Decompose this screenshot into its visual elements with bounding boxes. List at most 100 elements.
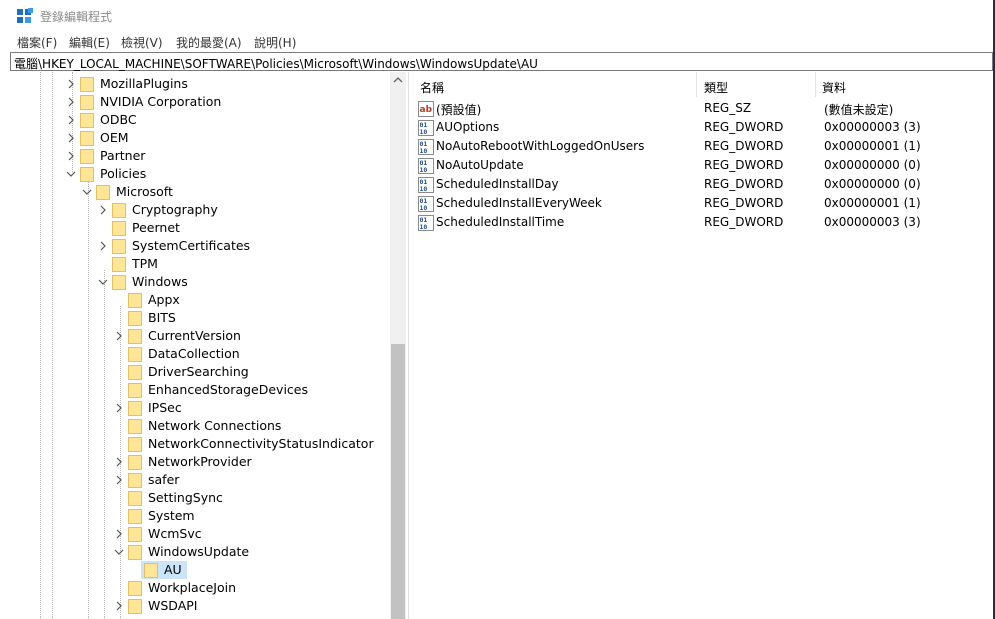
value-row[interactable]: 01 10 ScheduledInstallTime REG_DWORD 0x00000… [414,213,993,232]
menu-help[interactable]: 說明(H) [254,34,296,51]
column-divider[interactable] [696,72,697,97]
value-name: ScheduledInstallEveryWeek [436,196,602,210]
value-type: REG_DWORD [704,196,784,210]
tree-node-enhancedstoragedevices[interactable]: EnhancedStorageDevices [10,381,390,399]
menu-view[interactable]: 檢視(V) [121,34,163,51]
tree-node-windowsupdate[interactable]: WindowsUpdate [10,543,390,561]
tree-node-safer[interactable]: safer [10,471,390,489]
tree-node-ipsec[interactable]: IPSec [10,399,390,417]
address-bar[interactable]: 電腦\HKEY_LOCAL_MACHINE\SOFTWARE\Policies\… [10,52,993,71]
chevron-down-icon[interactable] [114,547,124,557]
tree-node-nvidia-corporation[interactable]: NVIDIA Corporation [10,93,390,111]
folder-icon [128,311,142,326]
value-row[interactable]: 01 10 ScheduledInstallDay REG_DWORD 0x000000… [414,175,993,194]
tree-node-microsoft[interactable]: Microsoft [10,183,390,201]
value-name: ScheduledInstallDay [436,177,559,191]
chevron-right-icon[interactable] [114,529,124,539]
tree-node-systemcertificates[interactable]: SystemCertificates [10,237,390,255]
value-data: 0x00000001 (1) [824,196,921,210]
folder-icon [128,347,142,362]
chevron-down-icon[interactable] [66,169,76,179]
chevron-right-icon[interactable] [66,79,76,89]
tree-node-partner[interactable]: Partner [10,147,390,165]
chevron-right-icon[interactable] [66,115,76,125]
tree-node-driversearching[interactable]: DriverSearching [10,363,390,381]
menu-bar: 檔案(F) 編輯(E) 檢視(V) 我的最愛(A) 說明(H) [0,31,993,51]
value-row[interactable]: 01 10 NoAutoUpdate REG_DWORD 0x00000000 (0) [414,156,993,175]
value-type: REG_DWORD [704,139,784,153]
tree-node-label: NetworkConnectivityStatusIndicator [148,436,374,451]
column-header-type[interactable]: 類型 [698,72,816,97]
value-type: REG_SZ [704,101,752,115]
tree-node-au[interactable]: AU [10,561,390,579]
folder-icon [128,599,142,614]
string-value-icon: ab [418,101,434,117]
chevron-right-icon[interactable] [114,457,124,467]
address-path[interactable]: 電腦\HKEY_LOCAL_MACHINE\SOFTWARE\Policies\… [14,55,538,72]
dword-value-icon: 0110 [418,196,434,212]
tree-node-network-connections[interactable]: Network Connections [10,417,390,435]
tree-node-system[interactable]: System [10,507,390,525]
chevron-right-icon[interactable] [114,331,124,341]
tree-node-datacollection[interactable]: DataCollection [10,345,390,363]
tree-node-label: DataCollection [148,346,240,361]
values-list[interactable]: 名稱 類型 資料 ab (預設值) REG_SZ (數值未設定) 01 10 AUOptio… [414,72,993,619]
chevron-down-icon[interactable] [82,187,92,197]
tree-node-windows[interactable]: Windows [10,273,390,291]
tree-node-networkprovider[interactable]: NetworkProvider [10,453,390,471]
column-header-name[interactable]: 名稱 [414,72,698,97]
folder-icon [128,581,142,596]
tree-node-appx[interactable]: Appx [10,291,390,309]
tree-node-tpm[interactable]: TPM [10,255,390,273]
chevron-right-icon[interactable] [66,133,76,143]
tree-node-label: Peernet [132,220,180,235]
folder-icon [112,257,126,272]
tree-node-label: SettingSync [148,490,223,505]
tree-scrollbar[interactable] [390,72,406,619]
chevron-down-icon[interactable] [98,277,108,287]
chevron-right-icon[interactable] [66,151,76,161]
tree-node-wsdapi[interactable]: WSDAPI [10,597,390,615]
chevron-right-icon[interactable] [114,403,124,413]
value-row[interactable]: 01 10 NoAutoRebootWithLoggedOnUsers REG_DWO… [414,137,993,156]
tree-node-currentversion[interactable]: CurrentVersion [10,327,390,345]
folder-icon [128,365,142,380]
tree-node-label: NetworkProvider [148,454,252,469]
value-row[interactable]: ab (預設值) REG_SZ (數值未設定) [414,99,993,118]
tree-node-odbc[interactable]: ODBC [10,111,390,129]
chevron-right-icon[interactable] [98,205,108,215]
title-bar[interactable]: 登錄編輯程式 [0,0,993,31]
menu-edit[interactable]: 編輯(E) [69,34,110,51]
tree-node-wcmsvc[interactable]: WcmSvc [10,525,390,543]
tree-scroll-thumb[interactable] [391,344,405,619]
value-row[interactable]: 01 10 ScheduledInstallEveryWeek REG_DWORD 0x… [414,194,993,213]
tree-node-label: WorkplaceJoin [148,580,237,595]
scroll-up-icon[interactable] [390,72,406,88]
value-row[interactable]: 01 10 AUOptions REG_DWORD 0x00000003 (3) [414,118,993,137]
folder-icon [128,401,142,416]
chevron-right-icon[interactable] [114,475,124,485]
folder-icon [80,113,94,128]
tree-node-mozillaplugins[interactable]: MozillaPlugins [10,75,390,93]
dword-value-icon: 0110 [418,215,434,231]
tree-node-peernet[interactable]: Peernet [10,219,390,237]
chevron-right-icon[interactable] [98,241,108,251]
chevron-right-icon[interactable] [66,97,76,107]
tree-node-networkconnectivitystatusindicator[interactable]: NetworkConnectivityStatusIndicator [10,435,390,453]
menu-favorites[interactable]: 我的最愛(A) [176,34,242,51]
folder-icon [128,329,142,344]
tree-node-workplacejoin[interactable]: WorkplaceJoin [10,579,390,597]
tree-node-bits[interactable]: BITS [10,309,390,327]
tree-node-oem[interactable]: OEM [10,129,390,147]
menu-file[interactable]: 檔案(F) [17,34,57,51]
tree-node-policies[interactable]: Policies [10,165,390,183]
tree-node-cryptography[interactable]: Cryptography [10,201,390,219]
column-header-data[interactable]: 資料 [816,72,993,97]
tree-node-settingsync[interactable]: SettingSync [10,489,390,507]
chevron-right-icon[interactable] [114,601,124,611]
svg-text:10: 10 [420,185,428,193]
tree-node-label: Windows [132,274,188,289]
registry-tree[interactable]: MozillaPlugins NVIDIA Corporation ODBC OEM P… [10,72,406,619]
dword-value-icon: 0110 [418,177,434,193]
svg-text:10: 10 [420,204,428,212]
